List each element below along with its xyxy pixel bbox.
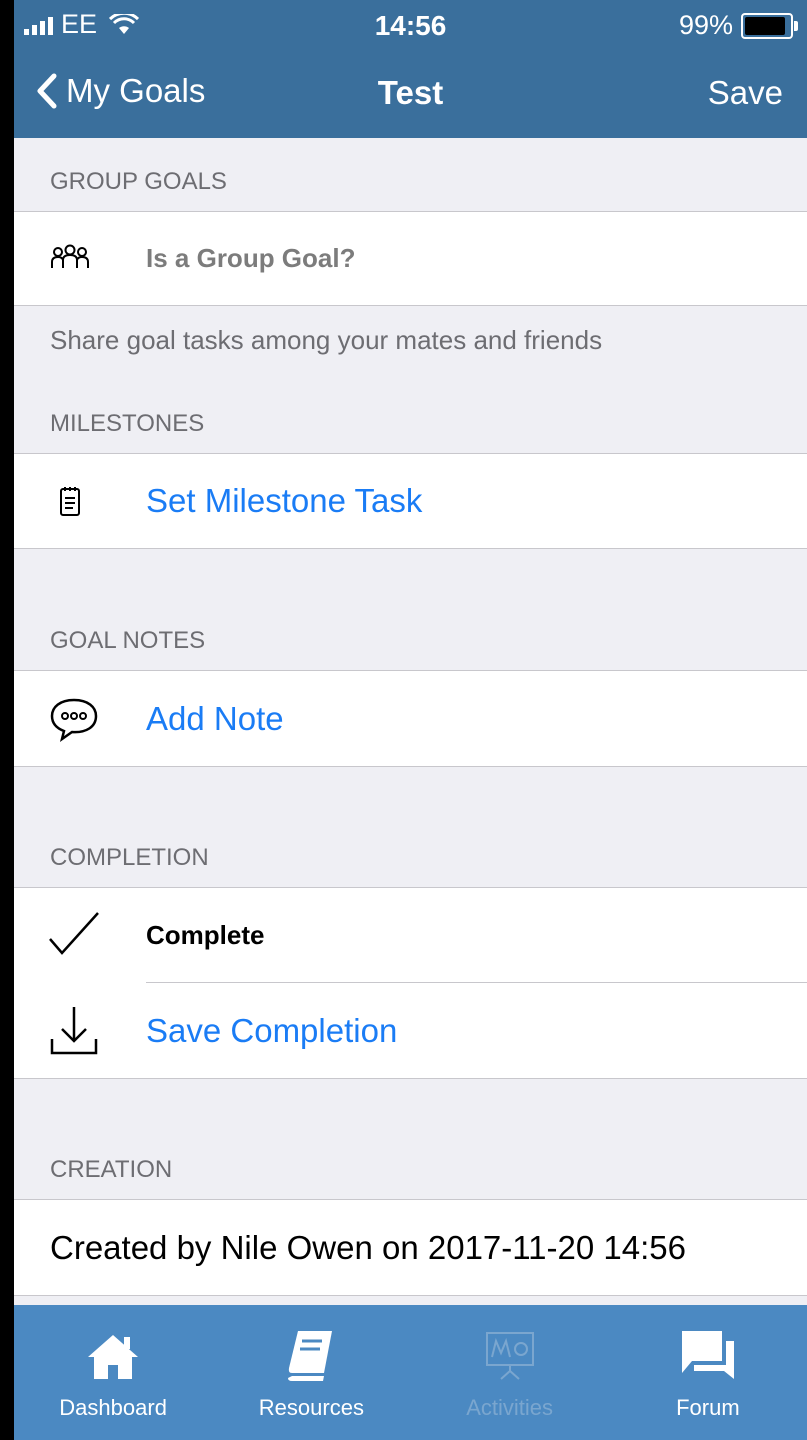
complete-label: Complete — [146, 919, 265, 950]
book-icon — [286, 1323, 336, 1389]
group-icon — [50, 239, 90, 279]
set-milestone-row[interactable]: Set Milestone Task — [14, 454, 807, 548]
battery-percent: 99% — [678, 10, 733, 40]
creation-text: Created by Nile Owen on 2017-11-20 14:56 — [50, 1228, 686, 1266]
creation-cell: Created by Nile Owen on 2017-11-20 14:56 — [14, 1199, 807, 1296]
checkmark-icon — [44, 905, 104, 965]
download-icon — [44, 1001, 104, 1061]
status-bar: EE 14:56 99% — [14, 0, 807, 50]
section-header-creation: CREATION — [50, 1156, 173, 1183]
set-milestone-label: Set Milestone Task — [146, 482, 423, 519]
app-screen: EE 14:56 99% My Goals Test Save GROUP GO… — [14, 0, 807, 1440]
section-header-goal-notes: GOAL NOTES — [50, 627, 206, 654]
group-goal-row[interactable]: Is a Group Goal? — [14, 212, 807, 305]
group-goal-label: Is a Group Goal? — [146, 243, 356, 273]
section-header-completion: COMPLETION — [50, 844, 209, 871]
navigation-bar: My Goals Test Save — [14, 50, 807, 138]
complete-row[interactable]: Complete — [14, 888, 807, 982]
group-goal-cell: Is a Group Goal? — [14, 211, 807, 306]
goal-notes-cell: Add Note — [14, 670, 807, 767]
add-note-label: Add Note — [146, 699, 284, 737]
battery-icon — [741, 12, 798, 39]
creation-row: Created by Nile Owen on 2017-11-20 14:56 — [14, 1200, 807, 1295]
speech-bubble-icon — [44, 694, 104, 744]
presentation-icon — [483, 1323, 537, 1389]
tab-dashboard[interactable]: Dashboard — [14, 1305, 212, 1440]
tab-resources[interactable]: Resources — [212, 1305, 410, 1440]
tab-activities[interactable]: Activities — [411, 1305, 609, 1440]
add-note-row[interactable]: Add Note — [14, 671, 807, 766]
tab-bar: Dashboard Resources Activities Forum — [14, 1305, 807, 1440]
tab-label: Resources — [258, 1395, 364, 1420]
save-completion-row[interactable]: Save Completion — [14, 983, 807, 1078]
tab-forum[interactable]: Forum — [609, 1305, 807, 1440]
group-goal-footer: Share goal tasks among your mates and fr… — [50, 325, 603, 355]
milestone-cell: Set Milestone Task — [14, 453, 807, 549]
tab-label: Activities — [466, 1395, 554, 1420]
page-title: Test — [377, 74, 444, 111]
notepad-icon — [50, 481, 90, 521]
save-button[interactable]: Save — [708, 74, 783, 112]
battery-group: 99% — [678, 10, 798, 41]
tab-label: Forum — [676, 1395, 740, 1420]
tab-label: Dashboard — [59, 1395, 167, 1420]
home-icon — [86, 1323, 140, 1389]
completion-cell: Complete Save Completion — [14, 887, 807, 1079]
save-completion-label: Save Completion — [146, 1011, 398, 1049]
chat-icon — [680, 1323, 736, 1389]
section-header-milestones: MILESTONES — [50, 410, 205, 437]
section-header-group-goals: GROUP GOALS — [50, 168, 227, 195]
